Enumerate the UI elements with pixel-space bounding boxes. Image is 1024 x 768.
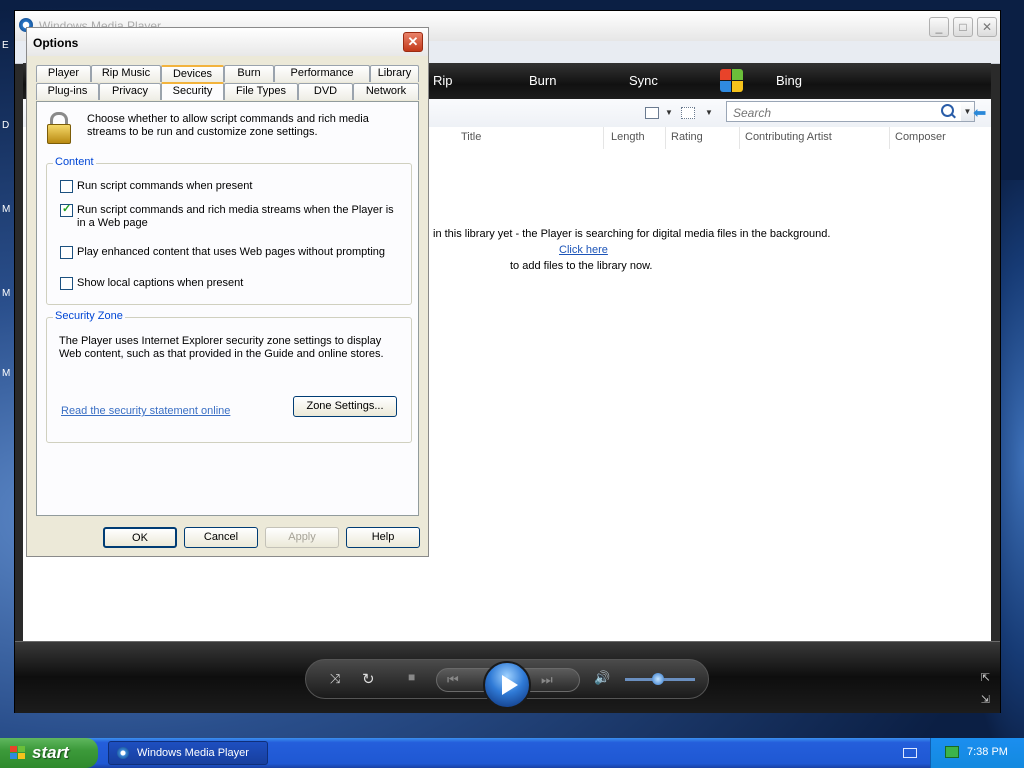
column-title[interactable]: Title: [461, 131, 481, 143]
chevron-down-icon[interactable]: ▼: [665, 108, 673, 117]
zone-settings-button[interactable]: Zone Settings...: [293, 396, 397, 417]
checkbox-label: Run script commands when present: [77, 180, 253, 192]
search-box[interactable]: [726, 101, 963, 122]
chevron-down-icon[interactable]: ▼: [705, 108, 713, 117]
column-separator: [665, 127, 666, 149]
checkbox-label: Run script commands and rich media strea…: [77, 204, 394, 229]
windows-logo-icon: [10, 746, 26, 760]
column-contributing-artist[interactable]: Contributing Artist: [745, 131, 832, 143]
view-options-icon[interactable]: [645, 107, 659, 119]
option-play-enhanced-content[interactable]: Play enhanced content that uses Web page…: [60, 246, 385, 259]
back-arrow-icon[interactable]: ⬅: [973, 103, 986, 123]
play-enhanced-content-checkbox[interactable]: [60, 246, 73, 259]
stop-icon[interactable]: ■: [408, 670, 415, 684]
repeat-icon[interactable]: ↻: [362, 670, 375, 688]
minimize-button[interactable]: _: [929, 17, 949, 37]
add-files-link[interactable]: Click here: [559, 244, 608, 256]
desktop-icon-fragment: M: [2, 204, 11, 215]
security-statement-link[interactable]: Read the security statement online: [61, 405, 230, 417]
taskbar-item-label: Windows Media Player: [137, 747, 249, 759]
column-separator: [739, 127, 740, 149]
ok-button[interactable]: OK: [103, 527, 177, 548]
next-icon[interactable]: ⏭: [541, 672, 553, 688]
checkbox-label: Play enhanced content that uses Web page…: [77, 246, 385, 258]
help-button[interactable]: Help: [346, 527, 420, 548]
column-separator: [889, 127, 890, 149]
search-input[interactable]: [731, 103, 925, 122]
security-zone-text: The Player uses Internet Explorer securi…: [59, 335, 384, 360]
taskbar-item-windows-media-player[interactable]: Windows Media Player: [108, 741, 268, 765]
clock[interactable]: 7:38 PM: [967, 746, 1008, 758]
content-group-title: Content: [53, 156, 96, 168]
option-run-script-commands[interactable]: Run script commands when present: [60, 180, 252, 193]
list-options-icon[interactable]: [681, 107, 695, 119]
desktop-icon-fragment: E: [2, 40, 9, 51]
start-label: start: [32, 743, 69, 762]
network-icon[interactable]: [945, 746, 959, 758]
security-intro-text: Choose whether to allow script commands …: [87, 113, 369, 138]
desktop-icon-fragment: M: [2, 288, 11, 299]
tab-security[interactable]: Security: [161, 82, 224, 100]
dialog-close-button[interactable]: ✕: [403, 32, 423, 52]
tab-burn[interactable]: Burn: [224, 65, 274, 82]
keyboard-icon[interactable]: [903, 748, 917, 758]
fullscreen-icon[interactable]: ⇲: [981, 693, 990, 706]
tab-plug-ins[interactable]: Plug-ins: [36, 83, 99, 100]
nav-tab-burn[interactable]: Burn: [529, 73, 556, 88]
windows-logo-icon: [720, 69, 744, 93]
option-run-script-in-web-page[interactable]: Run script commands and rich media strea…: [60, 202, 400, 230]
nav-tab-bing[interactable]: Bing: [776, 73, 802, 88]
security-zone-group: Security Zone The Player uses Internet E…: [46, 310, 412, 443]
dialog-titlebar[interactable]: Options ✕: [27, 28, 428, 56]
tab-library[interactable]: Library: [370, 65, 419, 82]
column-separator: [603, 127, 604, 149]
nav-tab-sync[interactable]: Sync: [629, 73, 658, 88]
lock-icon: [45, 112, 71, 144]
content-group: Content Run script commands when present…: [46, 156, 412, 305]
column-rating[interactable]: Rating: [671, 131, 703, 143]
volume-slider-knob[interactable]: [652, 673, 664, 685]
tab-file-types[interactable]: File Types: [224, 83, 298, 100]
switch-to-skin-icon[interactable]: ⇱: [981, 671, 990, 684]
run-script-commands-checkbox[interactable]: [60, 180, 73, 193]
dialog-title: Options: [33, 36, 79, 50]
column-length[interactable]: Length: [611, 131, 645, 143]
tab-dvd[interactable]: DVD: [298, 83, 353, 100]
apply-button[interactable]: Apply: [265, 527, 339, 548]
search-icon[interactable]: [941, 104, 954, 117]
options-dialog: Options ✕ Player Rip Music Devices Burn …: [26, 27, 429, 557]
close-button[interactable]: ✕: [977, 17, 997, 37]
desktop-icon-fragment: D: [2, 120, 10, 131]
start-button[interactable]: start: [0, 738, 98, 768]
volume-icon[interactable]: 🔊: [594, 670, 610, 686]
show-local-captions-checkbox[interactable]: [60, 277, 73, 290]
empty-library-message: in this library yet - the Player is sear…: [433, 228, 831, 240]
play-button[interactable]: [483, 661, 531, 709]
tab-performance[interactable]: Performance: [274, 65, 370, 82]
run-script-web-page-checkbox[interactable]: [60, 202, 73, 217]
tab-privacy[interactable]: Privacy: [99, 83, 161, 100]
empty-library-message-2: to add files to the library now.: [510, 260, 653, 272]
wmp-app-icon: [117, 747, 129, 759]
playback-bar: ⤨ ↻ ■ ⏮ ⏭ 🔊 ⇱ ⇲: [15, 641, 1000, 713]
security-zone-group-title: Security Zone: [53, 310, 125, 322]
cancel-button[interactable]: Cancel: [184, 527, 258, 548]
shuffle-icon[interactable]: ⤨: [330, 671, 340, 687]
tab-player[interactable]: Player: [36, 65, 91, 82]
desktop-icon-fragment: M: [2, 368, 11, 379]
maximize-button[interactable]: □: [953, 17, 973, 37]
tab-network[interactable]: Network: [353, 83, 419, 100]
taskbar: start Windows Media Player 7:38 PM: [0, 738, 1024, 768]
security-tab-panel: Choose whether to allow script commands …: [36, 101, 419, 516]
checkbox-label: Show local captions when present: [77, 277, 244, 289]
system-tray: 7:38 PM: [930, 738, 1024, 768]
column-composer[interactable]: Composer: [895, 131, 946, 143]
tab-devices[interactable]: Devices: [161, 65, 224, 82]
previous-icon[interactable]: ⏮: [447, 672, 459, 688]
nav-tab-rip[interactable]: Rip: [433, 73, 453, 88]
option-show-local-captions[interactable]: Show local captions when present: [60, 277, 243, 290]
tab-rip-music[interactable]: Rip Music: [91, 65, 161, 82]
